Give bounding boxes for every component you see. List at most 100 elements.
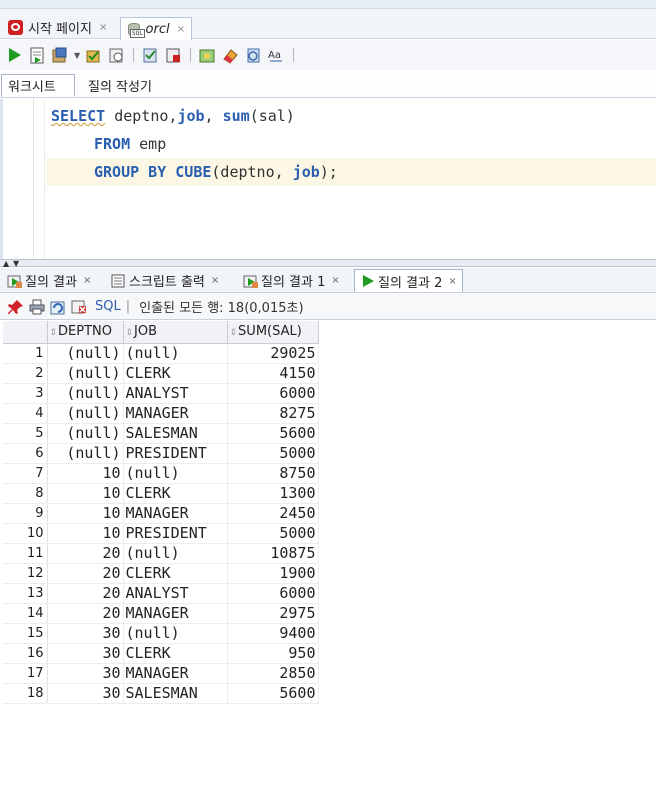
row-number-cell[interactable]: 1 <box>3 343 48 364</box>
close-icon[interactable]: × <box>99 22 107 33</box>
row-number-cell[interactable]: 13 <box>3 583 48 604</box>
job-cell[interactable]: (null) <box>123 463 228 484</box>
job-cell[interactable]: (null) <box>123 343 228 364</box>
commit-button[interactable] <box>84 46 103 65</box>
row-number-cell[interactable]: 18 <box>3 683 48 704</box>
row-number-cell[interactable]: 2 <box>3 363 48 384</box>
deptno-cell[interactable]: (null) <box>47 383 124 404</box>
job-cell[interactable]: CLERK <box>123 643 228 664</box>
row-number-cell[interactable]: 9 <box>3 503 48 524</box>
table-row[interactable]: 12 20 CLERK 1900 <box>3 563 319 584</box>
editor-results-splitter[interactable]: ▲ ▼ <box>0 259 656 268</box>
close-icon[interactable]: × <box>331 275 339 286</box>
deptno-cell[interactable]: 30 <box>47 643 124 664</box>
job-cell[interactable]: CLERK <box>123 363 228 384</box>
deptno-cell[interactable]: (null) <box>47 363 124 384</box>
chevron-down-icon[interactable]: ▼ <box>74 51 80 60</box>
table-row[interactable]: 8 10 CLERK 1300 <box>3 483 319 504</box>
sum-sal-cell[interactable]: 2975 <box>227 603 319 624</box>
deptno-cell[interactable]: (null) <box>47 403 124 424</box>
refresh-icon[interactable] <box>50 299 66 315</box>
job-cell[interactable]: MANAGER <box>123 403 228 424</box>
row-number-cell[interactable]: 10 <box>3 523 48 544</box>
row-number-cell[interactable]: 15 <box>3 623 48 644</box>
job-cell[interactable]: (null) <box>123 623 228 644</box>
row-number-cell[interactable]: 7 <box>3 463 48 484</box>
table-row[interactable]: 11 20 (null) 10875 <box>3 543 319 564</box>
explain-plan-button[interactable] <box>141 46 160 65</box>
sort-icon[interactable]: ⇕ <box>230 328 238 338</box>
deptno-cell[interactable]: 20 <box>47 563 124 584</box>
row-number-cell[interactable]: 16 <box>3 643 48 664</box>
table-row[interactable]: 13 20 ANALYST 6000 <box>3 583 319 604</box>
job-cell[interactable]: (null) <box>123 543 228 564</box>
table-row[interactable]: 4 (null) MANAGER 8275 <box>3 403 319 424</box>
job-cell[interactable]: MANAGER <box>123 663 228 684</box>
sum-sal-cell[interactable]: 5600 <box>227 683 319 704</box>
job-cell[interactable]: PRESIDENT <box>123 443 228 464</box>
sql-button[interactable]: SQL <box>95 299 121 314</box>
deptno-cell[interactable]: 30 <box>47 663 124 684</box>
row-number-cell[interactable]: 14 <box>3 603 48 624</box>
rollback-button[interactable] <box>107 46 126 65</box>
tab-query-result[interactable]: 질의 결과 × <box>2 269 96 292</box>
row-number-cell[interactable]: 3 <box>3 383 48 404</box>
sql-editor[interactable]: SELECT deptno,job, sum(sal) FROM emp GRO… <box>0 99 656 259</box>
job-cell[interactable]: SALESMAN <box>123 423 228 444</box>
collapse-up-icon[interactable]: ▲ <box>3 259 9 268</box>
deptno-cell[interactable]: 20 <box>47 603 124 624</box>
sum-sal-cell[interactable]: 1300 <box>227 483 319 504</box>
table-row[interactable]: 10 10 PRESIDENT 5000 <box>3 523 319 544</box>
expand-down-icon[interactable]: ▼ <box>13 259 19 268</box>
deptno-cell[interactable]: (null) <box>47 343 124 364</box>
row-number-cell[interactable]: 8 <box>3 483 48 504</box>
close-icon[interactable]: × <box>83 275 91 286</box>
job-cell[interactable]: MANAGER <box>123 603 228 624</box>
sum-sal-cell[interactable]: 6000 <box>227 583 319 604</box>
sort-icon[interactable]: ⇕ <box>126 328 134 338</box>
deptno-cell[interactable]: 20 <box>47 583 124 604</box>
table-row[interactable]: 6 (null) PRESIDENT 5000 <box>3 443 319 464</box>
close-icon[interactable]: × <box>211 275 219 286</box>
row-number-cell[interactable]: 12 <box>3 563 48 584</box>
format-case-button[interactable]: Aa <box>267 46 286 65</box>
table-row[interactable]: 18 30 SALESMAN 5600 <box>3 683 319 704</box>
row-number-cell[interactable]: 5 <box>3 423 48 444</box>
sum-sal-cell[interactable]: 5000 <box>227 523 319 544</box>
deptno-cell[interactable]: (null) <box>47 443 124 464</box>
table-row[interactable]: 2 (null) CLERK 4150 <box>3 363 319 384</box>
deptno-cell[interactable]: 30 <box>47 623 124 644</box>
sum-sal-cell[interactable]: 29025 <box>227 343 319 364</box>
deptno-cell[interactable]: 10 <box>47 463 124 484</box>
sum-sal-cell[interactable]: 5000 <box>227 443 319 464</box>
sort-icon[interactable]: ⇕ <box>50 328 58 338</box>
sum-sal-cell[interactable]: 5600 <box>227 423 319 444</box>
sum-sal-cell[interactable]: 2450 <box>227 503 319 524</box>
sum-sal-cell[interactable]: 9400 <box>227 623 319 644</box>
sum-sal-cell[interactable]: 6000 <box>227 383 319 404</box>
tab-query-builder[interactable]: 질의 작성기 <box>82 74 158 97</box>
deptno-cell[interactable]: (null) <box>47 423 124 444</box>
job-cell[interactable]: CLERK <box>123 483 228 504</box>
tab-query-result-2[interactable]: 질의 결과 2 × <box>354 269 463 292</box>
table-row[interactable]: 7 10 (null) 8750 <box>3 463 319 484</box>
job-cell[interactable]: SALESMAN <box>123 683 228 704</box>
job-cell[interactable]: PRESIDENT <box>123 523 228 544</box>
sql-history-button[interactable] <box>198 46 217 65</box>
sum-sal-cell[interactable]: 10875 <box>227 543 319 564</box>
run-statement-button[interactable] <box>5 46 24 65</box>
table-row[interactable]: 17 30 MANAGER 2850 <box>3 663 319 684</box>
sum-sal-cell[interactable]: 4150 <box>227 363 319 384</box>
sum-sal-cell[interactable]: 8275 <box>227 403 319 424</box>
autotrace-button[interactable] <box>51 46 70 65</box>
run-script-button[interactable] <box>28 46 47 65</box>
sum-sal-cell[interactable]: 8750 <box>227 463 319 484</box>
tab-start-page[interactable]: 시작 페이지 × <box>2 15 119 39</box>
pin-icon[interactable] <box>8 299 24 315</box>
tab-query-result-1[interactable]: 질의 결과 1 × <box>238 269 345 292</box>
tab-script-output[interactable]: 스크립트 출력 × <box>106 269 224 292</box>
row-number-cell[interactable]: 6 <box>3 443 48 464</box>
deptno-cell[interactable]: 10 <box>47 483 124 504</box>
tab-orcl[interactable]: SQL orcl × <box>120 17 192 40</box>
deptno-cell[interactable]: 10 <box>47 503 124 524</box>
